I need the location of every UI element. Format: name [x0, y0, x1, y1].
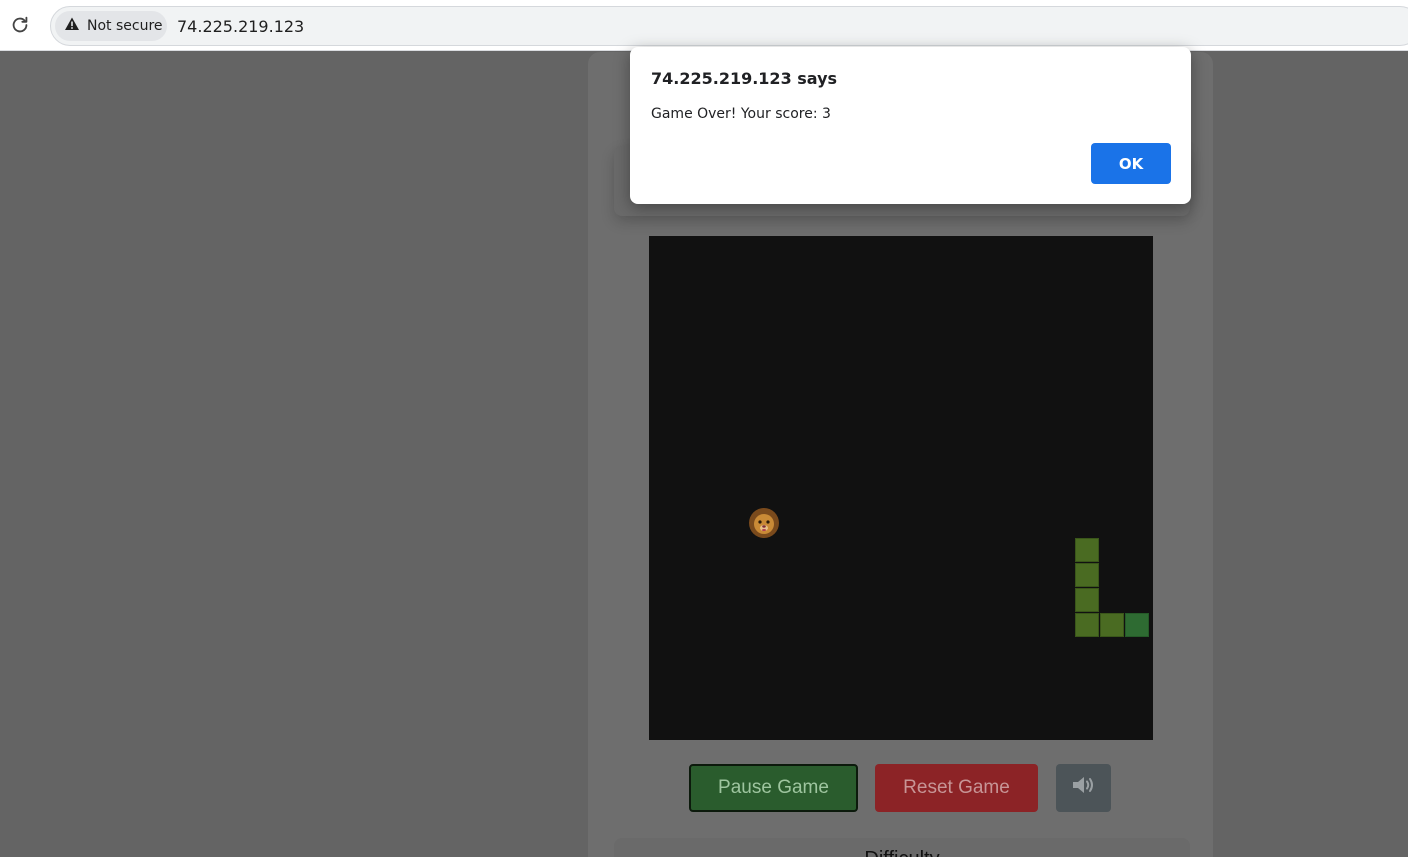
- dialog-message: Game Over! Your score: 3: [651, 106, 831, 122]
- snake-head: [1125, 613, 1149, 637]
- address-bar[interactable]: Not secure 74.225.219.123: [50, 6, 1408, 46]
- security-label: Not secure: [87, 18, 163, 34]
- sound-toggle-button[interactable]: [1056, 764, 1111, 812]
- difficulty-heading: Difficulty: [614, 848, 1190, 857]
- snake-segment: [1075, 538, 1099, 562]
- snake-segment: [1075, 613, 1099, 637]
- lion-face-icon: [747, 506, 781, 540]
- reload-icon[interactable]: [6, 11, 34, 39]
- ok-button[interactable]: OK: [1091, 143, 1171, 184]
- security-chip[interactable]: Not secure: [55, 11, 167, 41]
- dialog-title: 74.225.219.123 says: [651, 69, 838, 88]
- url-text[interactable]: 74.225.219.123: [177, 17, 304, 36]
- snake-segment: [1100, 613, 1124, 637]
- speaker-icon: [1071, 774, 1097, 802]
- pause-game-button[interactable]: Pause Game: [689, 764, 858, 812]
- difficulty-panel: Difficulty: [614, 838, 1190, 857]
- reset-game-button[interactable]: Reset Game: [875, 764, 1038, 812]
- warning-icon: [64, 16, 80, 37]
- browser-toolbar: Not secure 74.225.219.123: [0, 0, 1408, 51]
- game-board[interactable]: [649, 236, 1153, 740]
- snake-segment: [1075, 563, 1099, 587]
- snake-segment: [1075, 588, 1099, 612]
- alert-dialog: 74.225.219.123 says Game Over! Your scor…: [630, 47, 1191, 204]
